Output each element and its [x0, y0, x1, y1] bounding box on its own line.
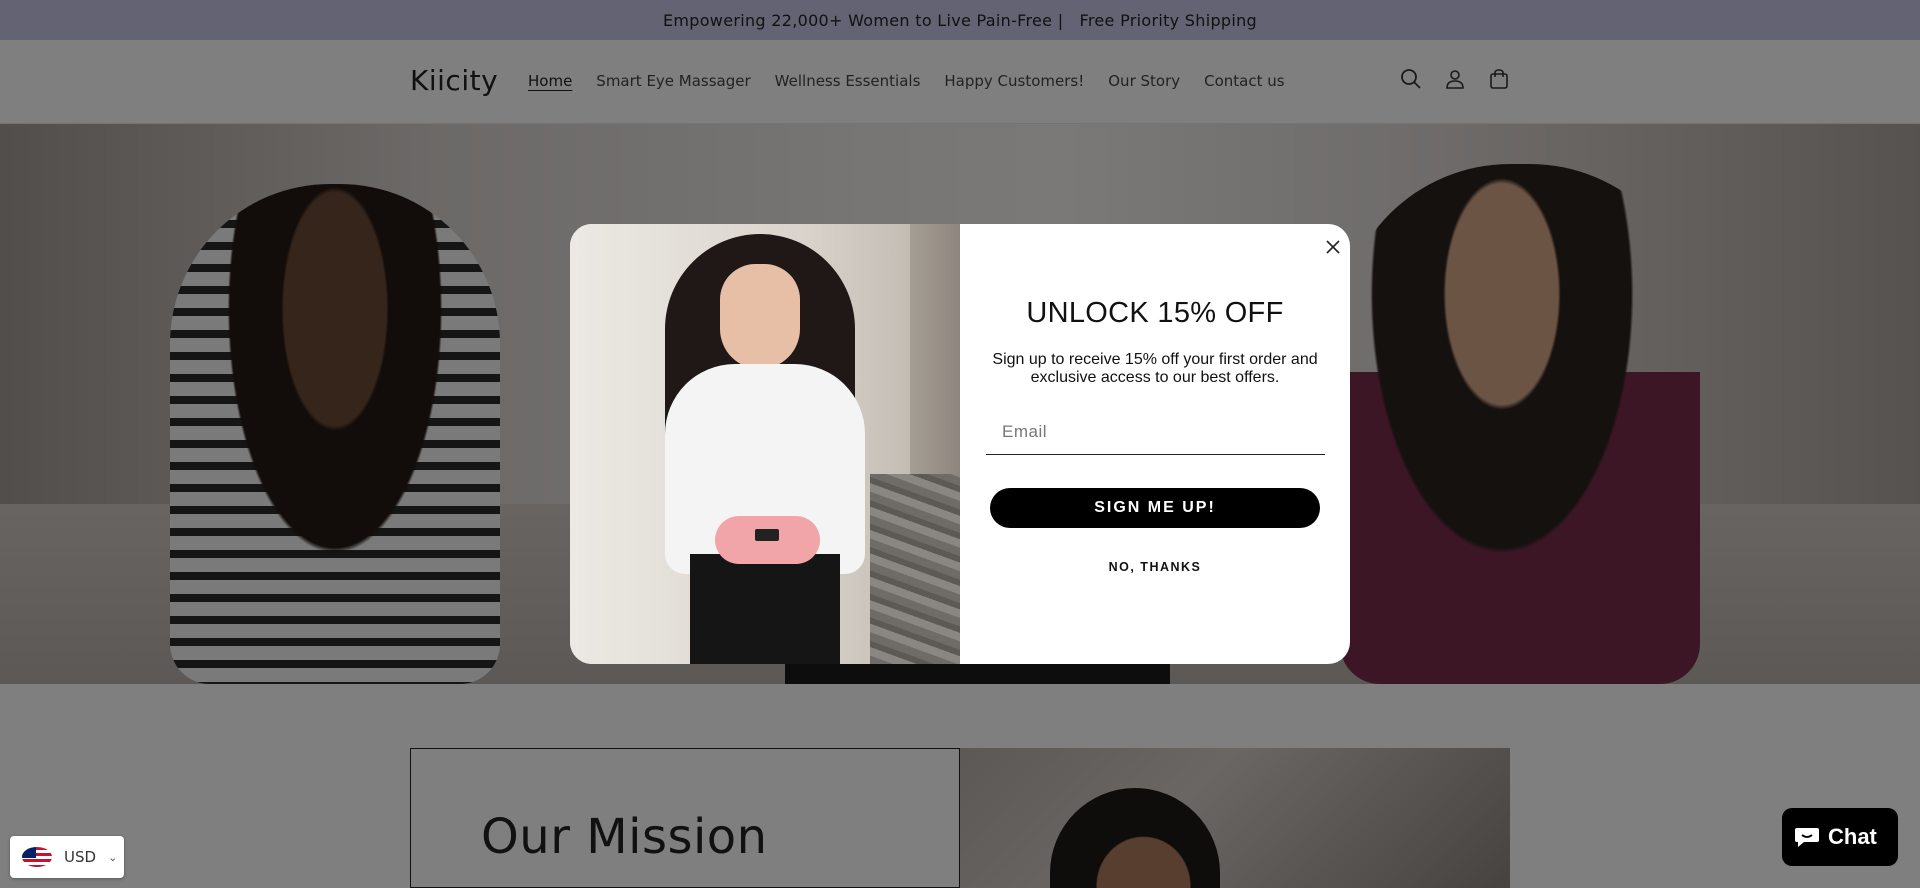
- signup-popup: UNLOCK 15% OFF Sign up to receive 15% of…: [570, 224, 1350, 664]
- popup-image-fireplace: [870, 474, 960, 664]
- popup-title: UNLOCK 15% OFF: [1026, 297, 1284, 329]
- currency-code: USD: [64, 848, 97, 866]
- popup-subtitle: Sign up to receive 15% off your first or…: [992, 351, 1318, 386]
- popup-image-massager: [715, 516, 820, 564]
- us-flag-icon: [22, 847, 52, 867]
- currency-selector[interactable]: USD ⌄: [10, 836, 124, 878]
- chat-bubble-icon: [1795, 828, 1819, 847]
- popup-image-face: [720, 264, 800, 369]
- chevron-down-icon: ⌄: [108, 850, 118, 864]
- popup-form: UNLOCK 15% OFF Sign up to receive 15% of…: [960, 224, 1350, 664]
- close-icon[interactable]: [1322, 236, 1344, 258]
- massager-display: [755, 529, 779, 541]
- chat-button[interactable]: Chat: [1782, 808, 1898, 866]
- chat-label: Chat: [1828, 824, 1877, 849]
- sign-up-button[interactable]: SIGN ME UP!: [990, 488, 1320, 528]
- popup-image: [570, 224, 960, 664]
- popup-image-pants: [690, 554, 840, 664]
- no-thanks-link[interactable]: NO, THANKS: [960, 560, 1350, 574]
- email-field[interactable]: [986, 410, 1325, 455]
